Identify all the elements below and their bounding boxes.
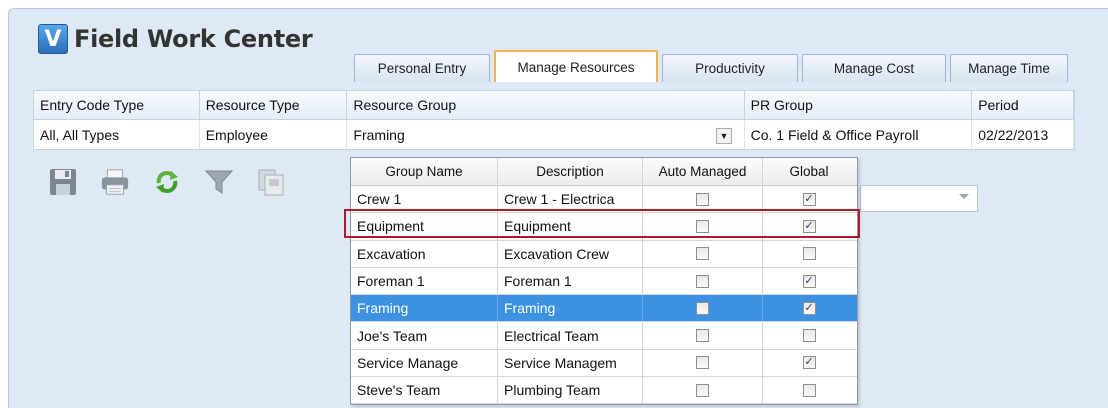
tab-productivity[interactable]: Productivity	[662, 54, 798, 82]
dropdown-row[interactable]: Excavation Excavation Crew	[351, 240, 857, 268]
global-column-header: Global	[789, 164, 829, 179]
pr-group-field[interactable]: Co. 1 Field & Office Payroll	[745, 120, 973, 149]
filter-header-row: Entry Code Type Resource Type Resource G…	[33, 90, 1075, 120]
chevron-down-icon	[959, 194, 969, 199]
auto-managed-checkbox[interactable]	[696, 356, 709, 370]
description-cell: Plumbing Team	[498, 377, 643, 404]
dropdown-row[interactable]: Steve's Team Plumbing Team	[351, 377, 857, 405]
pr-group-header: PR Group	[745, 91, 973, 119]
auto-managed-checkbox[interactable]	[696, 192, 709, 206]
app-title: Field Work Center	[74, 25, 313, 53]
description-cell: Framing	[498, 295, 643, 322]
description-column-header: Description	[498, 158, 643, 185]
dropdown-row[interactable]: Joe's Team Electrical Team	[351, 322, 857, 350]
auto-managed-checkbox[interactable]	[696, 274, 709, 288]
global-cell	[763, 241, 855, 267]
auto-managed-cell	[643, 377, 763, 404]
group-name-cell: Steve's Team	[351, 377, 498, 404]
global-cell: ✓	[763, 213, 855, 239]
auto-managed-cell	[643, 213, 763, 240]
global-checkbox[interactable]	[802, 247, 816, 261]
global-cell: ✓	[763, 186, 855, 212]
period-field[interactable]: 02/22/2013	[972, 120, 1074, 149]
group-name-cell: Service Manage	[351, 349, 498, 377]
global-checkbox[interactable]	[802, 329, 816, 343]
save-icon[interactable]	[48, 167, 78, 197]
resource-type-header: Resource Type	[200, 91, 348, 119]
auto-managed-checkbox[interactable]	[696, 247, 709, 261]
auto-managed-cell	[643, 322, 763, 349]
chevron-down-icon: ▼	[719, 131, 729, 141]
resource-group-dropdown-button[interactable]: ▼	[716, 128, 732, 144]
auto-managed-checkbox[interactable]	[696, 329, 709, 343]
entry-code-type-field[interactable]: All, All Types	[34, 120, 200, 149]
filter-icon[interactable]	[204, 167, 234, 197]
auto-managed-cell	[643, 240, 763, 267]
period-header: Period	[972, 91, 1074, 119]
tab-manage-time[interactable]: Manage Time	[950, 54, 1068, 82]
dropdown-row[interactable]: Service Manage Service Managem ✓	[351, 349, 857, 378]
global-cell: ✓	[763, 295, 855, 321]
group-name-cell: Foreman 1	[351, 267, 498, 295]
dropdown-body: Crew 1 Crew 1 - Electrica ✓ Equipment Equipm…	[351, 186, 857, 405]
description-cell: Excavation Crew	[498, 240, 643, 267]
auto-managed-checkbox[interactable]	[696, 301, 709, 315]
global-cell: ✓	[763, 268, 855, 294]
global-checkbox[interactable]: ✓	[802, 192, 816, 206]
tab-manage-resources[interactable]: Manage Resources	[494, 50, 658, 82]
global-checkbox[interactable]: ✓	[802, 356, 816, 370]
auto-managed-column-header: Auto Managed	[643, 158, 763, 185]
app-logo-icon: V	[38, 24, 68, 54]
filter-value-row: All, All Types Employee Framing Co. 1 Fi…	[33, 120, 1075, 150]
description-cell: Foreman 1	[498, 267, 643, 295]
toolbar	[48, 167, 286, 197]
description-cell: Service Managem	[498, 349, 643, 377]
description-cell: Equipment	[498, 213, 643, 240]
group-name-column-header: Group Name	[351, 158, 498, 185]
dropdown-header-row: Group Name Description Auto Managed Glob…	[351, 158, 857, 186]
resource-group-dropdown-list: Group Name Description Auto Managed Glob…	[350, 157, 858, 406]
auto-managed-cell	[643, 267, 763, 295]
copy-icon[interactable]	[256, 167, 286, 197]
global-checkbox[interactable]: ✓	[802, 274, 816, 288]
group-name-cell: Equipment	[351, 213, 498, 240]
global-checkbox[interactable]	[802, 383, 816, 397]
resource-type-field[interactable]: Employee	[200, 120, 348, 149]
global-cell	[763, 377, 855, 403]
app-logo: V Field Work Center	[38, 24, 313, 54]
global-checkbox[interactable]: ✓	[802, 301, 816, 315]
global-cell	[763, 322, 855, 348]
dropdown-row[interactable]: Framing Framing ✓	[351, 295, 857, 323]
description-cell: Electrical Team	[498, 322, 643, 349]
dropdown-row[interactable]: Equipment Equipment ✓	[351, 213, 857, 241]
tab-manage-cost[interactable]: Manage Cost	[802, 54, 946, 82]
print-icon[interactable]	[100, 167, 130, 197]
tab-personal-entry[interactable]: Personal Entry	[354, 54, 490, 82]
tab-bar: Personal Entry Manage Resources Producti…	[354, 50, 1072, 82]
group-name-cell: Joe's Team	[351, 322, 498, 349]
auto-managed-checkbox[interactable]	[696, 383, 709, 397]
auto-managed-checkbox[interactable]	[696, 219, 709, 233]
resource-group-field[interactable]: Framing	[347, 120, 745, 149]
group-name-cell: Crew 1	[351, 186, 498, 213]
global-cell: ✓	[763, 350, 855, 376]
entry-code-type-header: Entry Code Type	[34, 91, 200, 119]
group-name-cell: Excavation	[351, 240, 498, 267]
auto-managed-cell	[643, 295, 763, 322]
refresh-icon[interactable]	[152, 167, 182, 197]
auto-managed-cell	[643, 349, 763, 377]
auto-managed-cell	[643, 186, 763, 213]
dropdown-row[interactable]: Foreman 1 Foreman 1 ✓	[351, 267, 857, 296]
group-name-cell: Framing	[351, 295, 498, 322]
global-checkbox[interactable]: ✓	[802, 219, 816, 233]
resource-group-header: Resource Group	[347, 91, 745, 119]
dropdown-row[interactable]: Crew 1 Crew 1 - Electrica ✓	[351, 186, 857, 214]
toolbar-combo-box[interactable]	[860, 185, 978, 212]
description-cell: Crew 1 - Electrica	[498, 186, 643, 213]
